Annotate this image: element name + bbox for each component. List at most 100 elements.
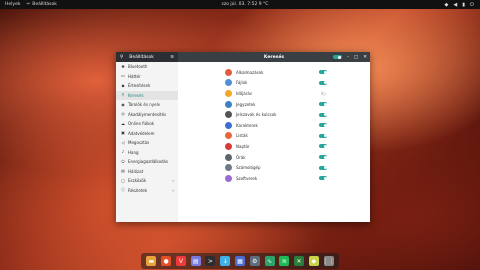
settings-icon[interactable]: ⚙ bbox=[249, 256, 260, 266]
search-provider-label: Jegyzetek bbox=[236, 101, 256, 107]
terminal-icon[interactable]: > bbox=[205, 256, 216, 266]
sidebar-item-sharing[interactable]: ◁ Megosztás bbox=[116, 138, 178, 148]
search-provider-row[interactable]: Alkalmazások bbox=[225, 67, 327, 78]
search-provider-label: Fájlok bbox=[236, 80, 248, 86]
toggle-off-mark: I○ bbox=[321, 91, 326, 97]
chevron-right-icon: › bbox=[172, 178, 174, 184]
accessibility-icon: ◎ bbox=[121, 111, 125, 117]
power-icon: ⏻ bbox=[470, 1, 474, 8]
files-icon[interactable]: ▬ bbox=[146, 256, 157, 266]
app-menu[interactable]: ✂ Beállítások bbox=[26, 2, 56, 7]
update-icon[interactable]: ↓ bbox=[220, 256, 231, 266]
sidebar-item-label: Adatvédelem bbox=[128, 130, 155, 136]
editor-icon[interactable]: ▤ bbox=[190, 256, 201, 266]
search-provider-label: Naptár bbox=[236, 143, 250, 149]
sidebar-item-devices[interactable]: ▢ Eszközök › bbox=[116, 176, 178, 186]
xbox-icon[interactable]: ✕ bbox=[294, 256, 305, 266]
search-provider-row[interactable]: Karakterek bbox=[225, 120, 327, 131]
app-icon bbox=[225, 142, 232, 150]
sharing-icon: ◁ bbox=[121, 139, 125, 145]
minimize-icon[interactable]: – bbox=[347, 55, 349, 60]
app-grid-icon[interactable]: ⋮⋮ bbox=[323, 256, 335, 266]
power-icon: ⏻ bbox=[121, 158, 125, 164]
toggle-switch[interactable] bbox=[319, 155, 327, 160]
sidebar-item-label: Hang bbox=[128, 149, 139, 155]
sidebar-item-label: Online fiókok bbox=[128, 121, 155, 127]
sidebar-header: ⚲ Beállítások ≡ bbox=[116, 52, 178, 62]
search-provider-row[interactable]: Időjárás I○ bbox=[225, 88, 327, 99]
settings-window: ⚲ Beállítások ≡ Keresés – □ ✕ ✱ Bluetooth… bbox=[116, 52, 370, 222]
calendar-icon[interactable]: ▦ bbox=[234, 256, 245, 266]
monitor-icon[interactable]: ∿ bbox=[264, 256, 275, 266]
vivaldi-icon[interactable]: V bbox=[175, 256, 186, 266]
firefox-icon[interactable]: ● bbox=[161, 256, 172, 266]
toggle-switch[interactable] bbox=[319, 133, 327, 138]
toggle-switch[interactable]: I○ bbox=[319, 91, 327, 97]
menu-icon[interactable]: ≡ bbox=[170, 55, 174, 60]
search-master-toggle[interactable] bbox=[332, 55, 342, 59]
privacy-icon: ▣ bbox=[121, 130, 125, 136]
sidebar-item-sound[interactable]: ♪ Hang bbox=[116, 148, 178, 158]
window-header: ⚲ Beállítások ≡ Keresés – □ ✕ bbox=[116, 52, 370, 62]
search-provider-row[interactable]: Számológép bbox=[225, 162, 327, 173]
system-tray[interactable]: ◆ ◀ ▮ ⏻ bbox=[445, 2, 474, 8]
toggle-switch[interactable] bbox=[319, 176, 327, 181]
toggle-switch[interactable] bbox=[319, 165, 327, 170]
chevron-right-icon: › bbox=[172, 187, 174, 193]
details-icon: ⓘ bbox=[121, 187, 125, 193]
sidebar-item-online-accounts[interactable]: ☁ Online fiókok bbox=[116, 119, 178, 129]
sidebar-item-privacy[interactable]: ▣ Adatvédelem bbox=[116, 129, 178, 139]
search-provider-row[interactable]: Órák bbox=[225, 152, 327, 163]
clock-label: szo júl. 03. 7:52 bbox=[221, 2, 258, 7]
search-provider-row[interactable]: Fájlok bbox=[225, 78, 327, 89]
spotify-icon[interactable]: ≋ bbox=[279, 256, 290, 266]
search-provider-row[interactable]: Listák bbox=[225, 131, 327, 142]
sound-icon: ♪ bbox=[121, 149, 125, 155]
search-icon[interactable]: ⚲ bbox=[120, 55, 123, 60]
sidebar-item-network[interactable]: ▤ Hálózat bbox=[116, 167, 178, 177]
close-icon[interactable]: ✕ bbox=[363, 55, 367, 60]
app-icon bbox=[225, 68, 232, 76]
toggle-switch[interactable] bbox=[319, 80, 327, 85]
clock[interactable]: szo júl. 03. 7:52 9 °C bbox=[215, 2, 275, 7]
search-provider-row[interactable]: Naptár bbox=[225, 141, 327, 152]
toggle-switch[interactable] bbox=[319, 144, 327, 149]
sidebar-item-power[interactable]: ⏻ Energiagazdálkodás bbox=[116, 157, 178, 167]
sidebar-title: Beállítások bbox=[129, 54, 154, 60]
sidebar-item-bluetooth[interactable]: ✱ Bluetooth bbox=[116, 62, 178, 72]
sidebar-item-label: Háttér bbox=[128, 73, 141, 79]
settings-app-icon: ✂ bbox=[26, 2, 31, 7]
sidebar-item-label: Energiagazdálkodás bbox=[128, 159, 169, 165]
maximize-icon[interactable]: □ bbox=[354, 55, 358, 60]
sidebar-item-accessibility[interactable]: ◎ Akadálymentesítés bbox=[116, 110, 178, 120]
toggle-switch[interactable] bbox=[319, 102, 327, 107]
dock: ▬ ● V ▤ > ↓ ▦ ⚙ ∿ ≋ ✕ ◆ ⋮⋮ bbox=[141, 253, 339, 269]
search-provider-label: Időjárás bbox=[236, 90, 252, 96]
search-provider-row[interactable]: Jegyzetek bbox=[225, 99, 327, 110]
search-provider-label: Alkalmazások bbox=[236, 69, 264, 75]
search-provider-row[interactable]: Jelszavak és kulcsok bbox=[225, 109, 327, 120]
search-provider-label: Számológép bbox=[236, 165, 261, 171]
software-icon[interactable]: ◆ bbox=[308, 256, 319, 266]
toggle-switch[interactable] bbox=[319, 70, 327, 75]
sidebar-item-search[interactable]: ⚲ Keresés bbox=[116, 90, 178, 100]
network-icon: ◆ bbox=[444, 1, 449, 8]
sidebar-item-region[interactable]: ◉ Tárolók és nyelv bbox=[116, 100, 178, 110]
weather-label: 9 °C bbox=[258, 2, 269, 7]
sidebar-item-label: Bluetooth bbox=[128, 64, 148, 70]
app-icon bbox=[225, 153, 232, 161]
toggle-switch[interactable] bbox=[319, 123, 327, 128]
search-provider-row[interactable]: Szoftverek bbox=[225, 173, 327, 184]
activities-button[interactable]: Helyek bbox=[5, 2, 20, 7]
app-icon bbox=[225, 89, 232, 97]
search-icon: ⚲ bbox=[121, 92, 125, 98]
sidebar-item-bell[interactable]: ◆ Értesítések bbox=[116, 81, 178, 91]
sidebar-item-details[interactable]: ⓘ Részletek › bbox=[116, 186, 178, 196]
sidebar-item-background[interactable]: ▭ Háttér bbox=[116, 72, 178, 82]
sidebar-item-label: Keresés bbox=[128, 92, 144, 98]
online-accounts-icon: ☁ bbox=[121, 120, 125, 126]
bell-icon: ◆ bbox=[121, 82, 125, 88]
network-icon: ▤ bbox=[121, 168, 125, 174]
sidebar-item-label: Tárolók és nyelv bbox=[128, 102, 161, 108]
toggle-switch[interactable] bbox=[319, 112, 327, 117]
